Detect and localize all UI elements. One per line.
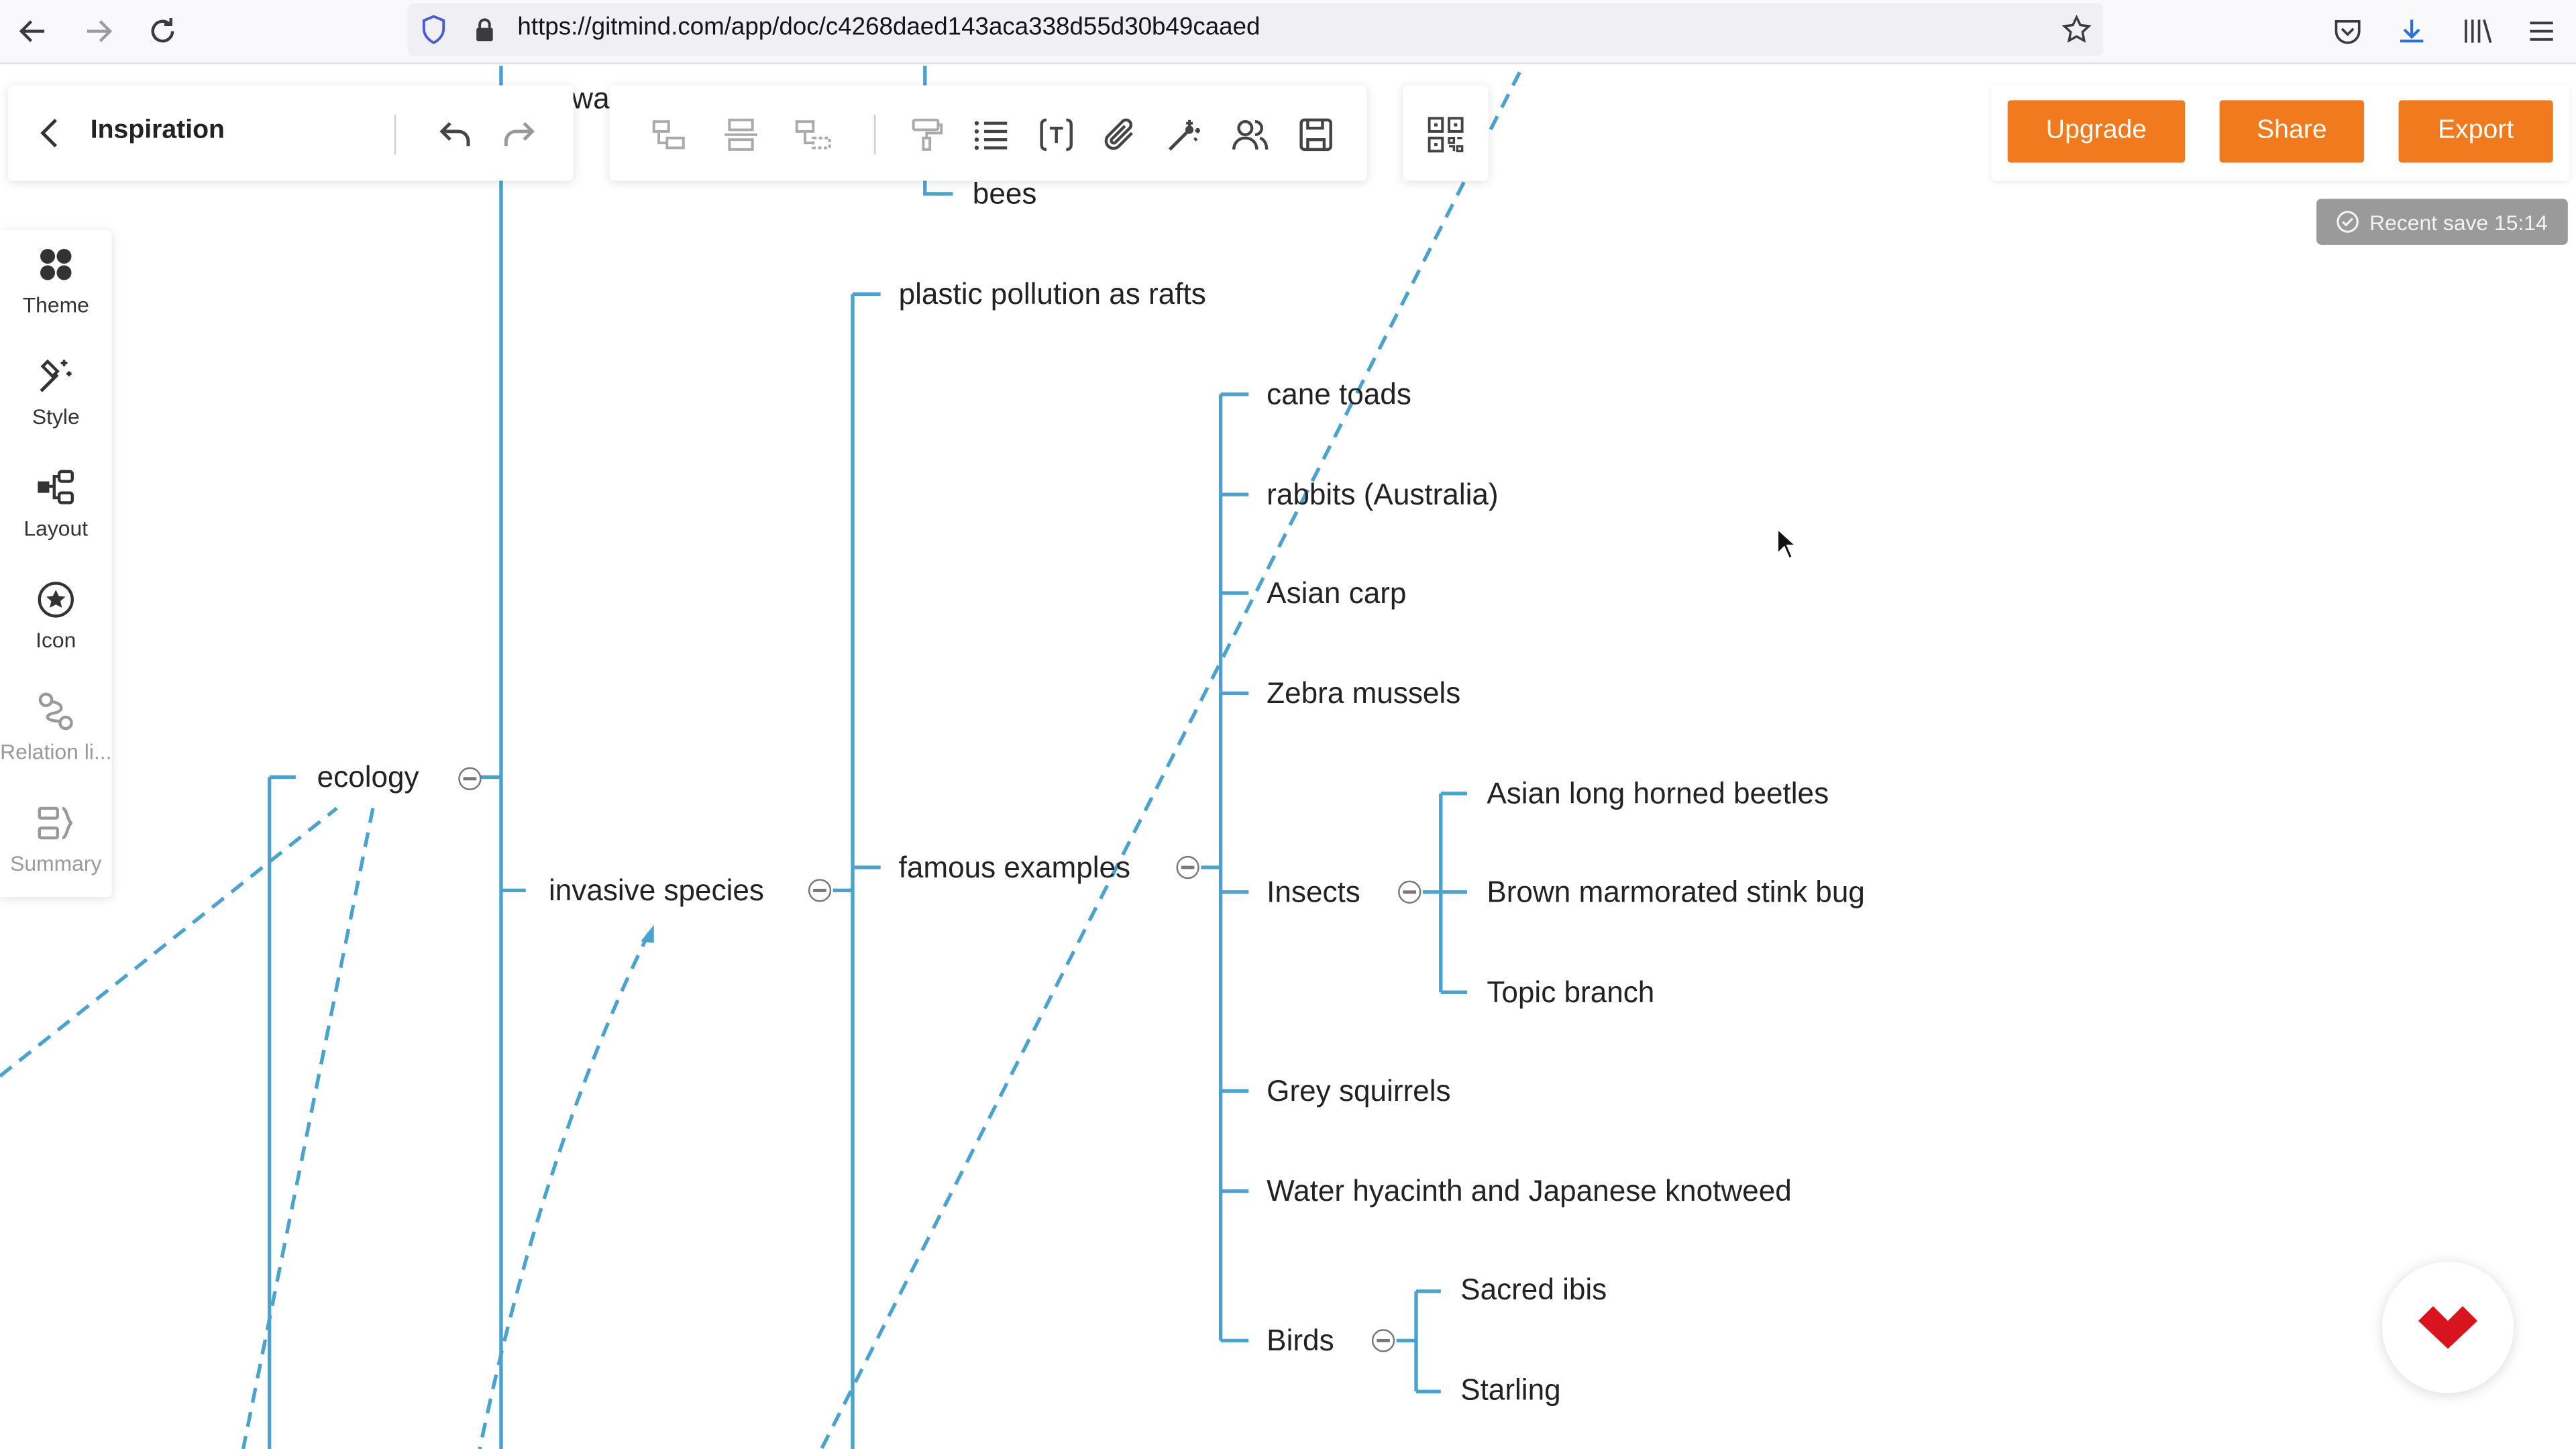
collapse-toggle[interactable] xyxy=(1371,1329,1395,1352)
topic-example[interactable]: cane toads xyxy=(1267,376,1411,413)
divider xyxy=(394,115,396,155)
collaborate-icon[interactable] xyxy=(1229,113,1272,156)
topic-birds[interactable]: Birds xyxy=(1267,1322,1334,1358)
sidebar-item-style[interactable]: Style xyxy=(0,355,112,429)
relation-line-icon xyxy=(38,692,73,731)
add-sibling-topic-icon[interactable] xyxy=(720,113,763,156)
sidebar-item-icon[interactable]: Icon xyxy=(0,578,112,652)
gitmind-logo-icon xyxy=(2418,1305,2478,1349)
summary-icon xyxy=(38,806,73,840)
collapse-toggle[interactable] xyxy=(808,879,832,902)
doc-title-panel: Inspiration xyxy=(8,85,574,181)
collapse-toggle[interactable] xyxy=(1176,855,1199,879)
edit-toolbar xyxy=(609,85,1367,181)
relation-line xyxy=(478,932,651,1449)
topic-example[interactable]: Grey squirrels xyxy=(1267,1073,1450,1109)
topic-insect[interactable]: Topic branch xyxy=(1487,974,1654,1010)
save-icon[interactable] xyxy=(1295,113,1338,156)
share-button[interactable]: Share xyxy=(2219,100,2365,163)
text-box-icon[interactable] xyxy=(1035,113,1078,156)
topic-example[interactable]: Water hyacinth and Japanese knotweed xyxy=(1267,1173,1792,1210)
sidebar-item-theme[interactable]: Theme xyxy=(0,243,112,317)
save-status-badge: Recent save 15:14 xyxy=(2316,199,2568,245)
left-sidebar: Theme Style Layout Icon Relation li... S… xyxy=(0,229,112,898)
relation-arrowhead xyxy=(641,924,654,943)
topic-plastic-pollution[interactable]: plastic pollution as rafts xyxy=(899,276,1206,312)
divider xyxy=(873,115,876,155)
upgrade-button[interactable]: Upgrade xyxy=(2007,100,2186,163)
undo-icon[interactable] xyxy=(434,113,477,156)
sidebar-item-relation-line[interactable]: Relation li... xyxy=(0,690,112,764)
attachment-icon[interactable] xyxy=(1099,113,1142,156)
sidebar-item-layout[interactable]: Layout xyxy=(0,467,112,541)
floating-logo-button[interactable] xyxy=(2382,1261,2514,1393)
theme-icon xyxy=(40,249,72,280)
topic-invasive-species[interactable]: invasive species xyxy=(549,872,764,908)
add-child-topic-icon[interactable] xyxy=(647,113,690,156)
relation-line xyxy=(241,808,375,1449)
topic-bird[interactable]: Sacred ibis xyxy=(1460,1272,1607,1308)
topic-ecology[interactable]: ecology xyxy=(317,759,419,795)
mindmap-connectors xyxy=(0,65,1521,1449)
redo-icon[interactable] xyxy=(498,113,541,156)
style-icon xyxy=(40,359,72,392)
topic-famous-examples[interactable]: famous examples xyxy=(899,849,1131,885)
topic-insects[interactable]: Insects xyxy=(1267,874,1360,910)
back-chevron-icon[interactable] xyxy=(32,113,71,153)
add-parent-topic-icon[interactable] xyxy=(792,113,835,156)
qr-code-icon[interactable] xyxy=(1424,113,1467,156)
export-button[interactable]: Export xyxy=(2398,100,2553,163)
topic-insect[interactable]: Asian long horned beetles xyxy=(1487,775,1829,812)
collapse-toggle[interactable] xyxy=(1398,880,1421,904)
save-status-text: Recent save 15:14 xyxy=(2369,209,2548,234)
topic-example[interactable]: Zebra mussels xyxy=(1267,676,1460,712)
mindmap-canvas[interactable]: war ecology invasive species bees plasti… xyxy=(0,64,2576,1449)
topic-insect[interactable]: Brown marmorated stink bug xyxy=(1487,874,1865,910)
collapse-toggle[interactable] xyxy=(458,767,482,790)
topic-example[interactable]: Asian carp xyxy=(1267,575,1406,611)
topic-bird[interactable]: Starling xyxy=(1460,1372,1560,1408)
list-icon[interactable] xyxy=(969,113,1012,156)
doc-title[interactable]: Inspiration xyxy=(91,117,225,146)
magic-wand-icon[interactable] xyxy=(1163,113,1206,156)
format-painter-icon[interactable] xyxy=(905,113,948,156)
topic-bees[interactable]: bees xyxy=(973,176,1037,212)
layout-icon xyxy=(38,470,74,504)
cursor-icon xyxy=(1776,527,1798,560)
topic-example[interactable]: rabbits (Australia) xyxy=(1267,476,1498,513)
qr-panel xyxy=(1403,85,1489,181)
check-circle-icon xyxy=(2337,211,2359,233)
sidebar-item-summary[interactable]: Summary xyxy=(0,802,112,875)
icon-icon xyxy=(38,582,74,618)
